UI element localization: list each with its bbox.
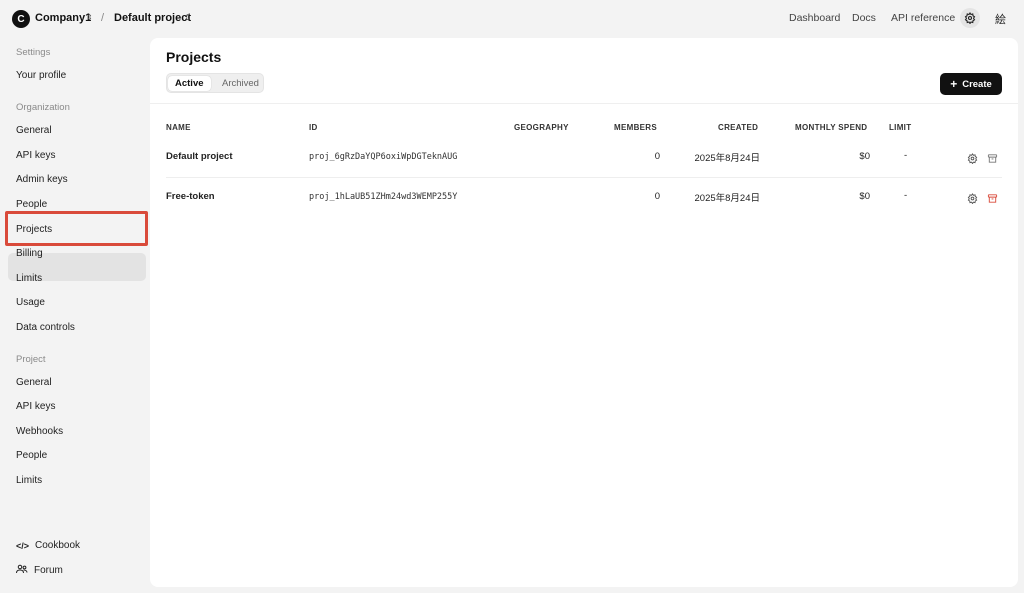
- column-header-created: CREATED: [718, 123, 759, 132]
- sidebar-item-billing[interactable]: Billing: [16, 248, 43, 259]
- org-switcher[interactable]: Company1: [35, 12, 91, 24]
- column-header-name: NAME: [166, 123, 191, 132]
- column-header-id: ID: [309, 123, 318, 132]
- project-monthly-spend: $0: [859, 151, 870, 162]
- nav-link-api-reference[interactable]: API reference: [891, 12, 955, 24]
- project-limit: -: [904, 150, 908, 161]
- sidebar-item-project-api-keys[interactable]: API keys: [16, 401, 55, 412]
- tab-group: Active Archived: [166, 73, 264, 93]
- sidebar-item-your-profile[interactable]: Your profile: [16, 70, 66, 81]
- column-header-members: MEMBERS: [614, 123, 657, 132]
- archive-icon[interactable]: [987, 191, 998, 203]
- sidebar-section-settings: Settings: [16, 47, 51, 58]
- column-header-limit: LIMIT: [889, 123, 912, 132]
- settings-gear-icon[interactable]: [967, 151, 978, 165]
- sidebar-item-project-general[interactable]: General: [16, 377, 52, 388]
- sidebar-item-general[interactable]: General: [16, 125, 52, 136]
- sidebar-item-api-keys[interactable]: API keys: [16, 150, 55, 161]
- sidebar-footer-label: Cookbook: [35, 540, 81, 551]
- code-icon: </>: [16, 540, 30, 551]
- nav-link-dashboard[interactable]: Dashboard: [789, 12, 840, 24]
- create-button-label: Create: [962, 78, 992, 90]
- sidebar-section-organization: Organization: [16, 102, 70, 113]
- sidebar-item-data-controls[interactable]: Data controls: [16, 322, 75, 333]
- settings-gear-icon[interactable]: [967, 191, 978, 205]
- project-members: 0: [654, 191, 660, 202]
- project-id: proj_6gRzDaYQP6oxiWpDGTeknAUG: [309, 152, 458, 162]
- project-limit: -: [904, 190, 908, 201]
- org-avatar[interactable]: C: [12, 10, 30, 28]
- top-bar: C Company1 ⇕ / Default project ⇕ Dashboa…: [0, 0, 1024, 38]
- settings-gear-icon[interactable]: [960, 8, 980, 28]
- sidebar-item-project-limits[interactable]: Limits: [16, 475, 42, 486]
- sidebar-item-admin-keys[interactable]: Admin keys: [16, 174, 68, 185]
- sidebar-item-webhooks[interactable]: Webhooks: [16, 426, 63, 437]
- tab-active[interactable]: Active: [168, 76, 211, 91]
- plus-icon: +: [950, 77, 958, 91]
- nav-link-docs[interactable]: Docs: [852, 12, 876, 24]
- sidebar-item-usage[interactable]: Usage: [16, 297, 45, 308]
- user-avatar[interactable]: 絵: [995, 11, 1006, 27]
- sidebar-link-forum[interactable]: Forum: [16, 564, 63, 577]
- project-created: 2025年8月24日: [694, 193, 760, 204]
- sidebar-footer-label: Forum: [34, 565, 63, 576]
- annotation-highlight-box: [5, 211, 148, 246]
- project-switcher[interactable]: Default project: [114, 12, 191, 24]
- sidebar-item-limits[interactable]: Limits: [16, 273, 42, 284]
- main-panel: Projects Active Archived + Create NAME I…: [150, 38, 1018, 587]
- create-project-button[interactable]: + Create: [940, 73, 1002, 95]
- sidebar-item-project-people[interactable]: People: [16, 450, 47, 461]
- sidebar-item-people[interactable]: People: [16, 199, 47, 210]
- column-header-monthly-spend: MONTHLY SPEND: [795, 123, 868, 132]
- project-id: proj_1hLaUB51ZHm24wd3WEMP255Y: [309, 192, 458, 202]
- chevron-updown-icon[interactable]: ⇕: [86, 13, 93, 22]
- column-header-geography: GEOGRAPHY: [514, 123, 569, 132]
- project-created: 2025年8月24日: [694, 153, 760, 164]
- sidebar-link-cookbook[interactable]: </> Cookbook: [16, 540, 80, 551]
- row-divider: [166, 177, 1002, 178]
- tab-archived[interactable]: Archived: [215, 76, 266, 91]
- archive-icon[interactable]: [987, 151, 998, 163]
- page-title: Projects: [166, 49, 222, 65]
- project-name[interactable]: Free-token: [166, 191, 215, 202]
- project-name[interactable]: Default project: [166, 151, 233, 162]
- sidebar-section-project: Project: [16, 354, 46, 365]
- breadcrumb-separator: /: [101, 12, 105, 24]
- sidebar: Settings Your profile Organization Gener…: [0, 38, 150, 593]
- project-members: 0: [654, 151, 660, 162]
- chevron-updown-icon[interactable]: ⇕: [184, 13, 191, 22]
- header-divider: [150, 103, 1018, 104]
- people-icon: [16, 564, 28, 577]
- project-monthly-spend: $0: [859, 191, 870, 202]
